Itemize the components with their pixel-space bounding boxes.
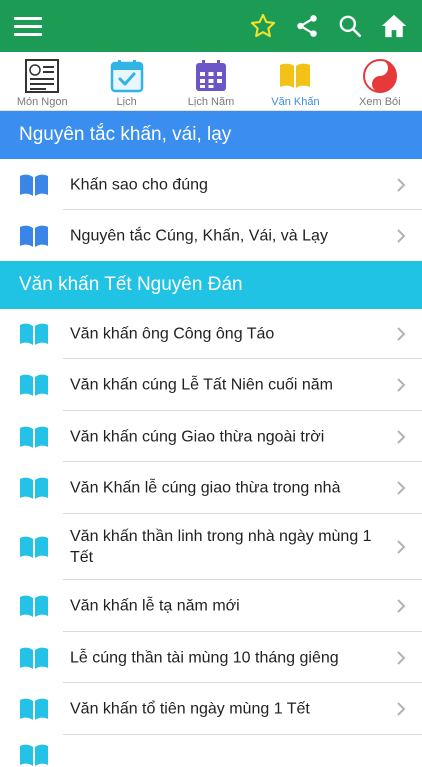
chevron-right-icon bbox=[397, 177, 406, 192]
calendar-grid-icon bbox=[193, 58, 229, 94]
list-item-label: Văn khấn tổ tiên ngày mùng 1 Tết bbox=[70, 700, 310, 718]
chevron-right-icon bbox=[397, 540, 406, 554]
book-icon bbox=[20, 225, 48, 247]
star-icon[interactable] bbox=[241, 0, 285, 52]
book-icon bbox=[20, 536, 48, 558]
yin-yang-icon bbox=[362, 58, 398, 94]
list-item-label: Văn khấn lễ tạ năm mới bbox=[70, 597, 240, 615]
chevron-right-icon bbox=[397, 650, 406, 665]
tab-lich[interactable]: Lịch bbox=[84, 52, 168, 110]
chevron-right-icon bbox=[397, 228, 406, 243]
book-icon bbox=[20, 698, 48, 720]
list-item-label: Khấn sao cho đúng bbox=[70, 176, 208, 193]
list-item[interactable]: Khấn sao cho đúng bbox=[0, 159, 422, 210]
tab-label: Xem Bói bbox=[359, 96, 401, 108]
list-item[interactable]: Văn khấn cúng Giao thừa ngoài trời bbox=[0, 411, 422, 462]
list-item-label: Văn khấn cúng Giao thừa ngoài trời bbox=[70, 428, 325, 445]
list-item[interactable]: Văn khấn lễ tạ năm mới bbox=[0, 580, 422, 632]
list-item[interactable]: Lễ cúng thần tài mùng 10 tháng giêng bbox=[0, 632, 422, 683]
tab-label: Lịch Năm bbox=[187, 96, 235, 108]
tab-label: Văn Khấn bbox=[271, 96, 320, 108]
tab-label: Lịch bbox=[116, 96, 137, 108]
list-item[interactable]: Văn khấn cúng Lễ Tất Niên cuối năm bbox=[0, 359, 422, 411]
section-title: Nguyên tắc khấn, vái, lạy bbox=[19, 124, 232, 145]
tab-van-khan[interactable]: Văn Khấn bbox=[253, 52, 337, 110]
book-icon bbox=[20, 647, 48, 669]
chevron-right-icon bbox=[397, 702, 406, 716]
food-menu-icon bbox=[24, 58, 60, 94]
list-item-label: Văn khấn cúng Lễ Tất Niên cuối năm bbox=[70, 376, 333, 394]
list-item[interactable]: Văn khấn tổ tiên ngày mùng 1 Tết bbox=[0, 683, 422, 735]
category-tab-bar: Món Ngon Lịch Lịch Năm Văn Khấn Xem Bói bbox=[0, 52, 422, 111]
section-header-tet-nguyen-dan: Văn khấn Tết Nguyên Đán bbox=[0, 261, 422, 309]
home-icon[interactable] bbox=[372, 0, 416, 52]
book-icon bbox=[20, 323, 48, 345]
list-item[interactable]: Văn Khấn lễ cúng giao thừa trong nhà bbox=[0, 462, 422, 514]
book-icon bbox=[20, 477, 48, 499]
list-item-label: Lễ cúng thần tài mùng 10 tháng giêng bbox=[70, 649, 339, 666]
tab-xem-boi[interactable]: Xem Bói bbox=[338, 52, 422, 110]
tab-label: Món Ngon bbox=[16, 96, 68, 108]
app-toolbar bbox=[0, 0, 422, 52]
chevron-right-icon bbox=[397, 481, 406, 495]
book-icon bbox=[20, 374, 48, 396]
list-item-label: Văn khấn thần linh trong nhà ngày mùng 1… bbox=[70, 528, 372, 566]
hamburger-menu-icon[interactable] bbox=[6, 0, 50, 52]
book-icon bbox=[20, 426, 48, 448]
book-icon bbox=[20, 744, 48, 766]
share-icon[interactable] bbox=[285, 0, 329, 52]
book-icon bbox=[20, 174, 48, 196]
open-book-icon bbox=[277, 58, 313, 94]
chevron-right-icon bbox=[397, 599, 406, 613]
tab-mon-ngon[interactable]: Món Ngon bbox=[0, 52, 84, 110]
chevron-right-icon bbox=[397, 327, 406, 341]
book-icon bbox=[20, 595, 48, 617]
section-title: Văn khấn Tết Nguyên Đán bbox=[19, 274, 243, 295]
calendar-check-icon bbox=[109, 58, 145, 94]
list-item-label: Nguyên tắc Cúng, Khấn, Vái, và Lạy bbox=[70, 227, 328, 244]
list-item-label: Văn Khấn lễ cúng giao thừa trong nhà bbox=[70, 479, 341, 497]
list-item-label: Văn khấn ông Công ông Táo bbox=[70, 325, 275, 343]
list-item[interactable]: Nguyên tắc Cúng, Khấn, Vái, và Lạy bbox=[0, 210, 422, 261]
section-header-nguyen-tac: Nguyên tắc khấn, vái, lạy bbox=[0, 111, 422, 159]
chevron-right-icon bbox=[397, 429, 406, 444]
search-icon[interactable] bbox=[328, 0, 372, 52]
tab-lich-nam[interactable]: Lịch Năm bbox=[169, 52, 253, 110]
chevron-right-icon bbox=[397, 378, 406, 392]
list-item[interactable]: Văn khấn thần linh trong nhà ngày mùng 1… bbox=[0, 514, 422, 580]
list-item[interactable]: Văn khấn ông Công ông Táo bbox=[0, 309, 422, 359]
list-item-partial[interactable] bbox=[0, 735, 422, 766]
